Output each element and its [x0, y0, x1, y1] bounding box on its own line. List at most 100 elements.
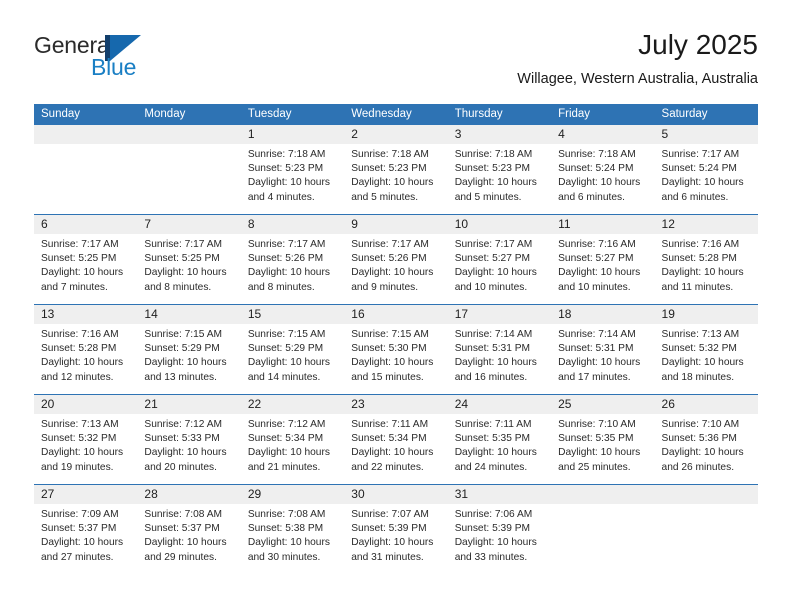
day-number[interactable]: 26	[655, 395, 758, 414]
day-cell[interactable]: Sunrise: 7:18 AM Sunset: 5:24 PM Daylight:…	[551, 144, 654, 214]
day-daylight-l2-text: and 11 minutes.	[661, 281, 734, 293]
day-number[interactable]: 8	[241, 215, 344, 234]
day-daylight-l2-text: and 6 minutes.	[661, 191, 729, 203]
calendar-week-row: 13 14 15 16 17 18 19 Sunrise: 7:16 AM Sunset: 5:…	[34, 304, 758, 394]
day-number[interactable]: 18	[551, 305, 654, 324]
day-cell[interactable]: Sunrise: 7:17 AM Sunset: 5:26 PM Daylight:…	[241, 234, 344, 304]
day-number[interactable]: 3	[448, 125, 551, 144]
day-number[interactable]: 7	[137, 215, 240, 234]
day-number[interactable]: 24	[448, 395, 551, 414]
day-number[interactable]: 5	[655, 125, 758, 144]
day-cell[interactable]: Sunrise: 7:17 AM Sunset: 5:24 PM Daylight:…	[655, 144, 758, 214]
day-sunset-text: Sunset: 5:23 PM	[454, 163, 531, 175]
day-cell[interactable]: Sunrise: 7:16 AM Sunset: 5:27 PM Daylight:…	[551, 234, 654, 304]
day-sunset-text: Sunset: 5:30 PM	[351, 343, 427, 355]
day-number[interactable]: 17	[448, 305, 551, 324]
day-cell[interactable]: Sunrise: 7:12 AM Sunset: 5:33 PM Daylight:…	[137, 414, 240, 484]
calendar-page: General Blue July 2025 Willagee, Western…	[0, 0, 792, 612]
day-cell[interactable]: Sunrise: 7:08 AM Sunset: 5:37 PM Daylight:…	[137, 504, 240, 574]
day-cell[interactable]: Sunrise: 7:09 AM Sunset: 5:37 PM Daylight:…	[34, 504, 137, 574]
logo-text-blue: Blue	[91, 54, 137, 80]
day-cell[interactable]: Sunrise: 7:18 AM Sunset: 5:23 PM Daylight:…	[241, 144, 344, 214]
day-cell[interactable]: Sunrise: 7:06 AM Sunset: 5:39 PM Daylight:…	[448, 504, 551, 574]
day-number[interactable]: 16	[344, 305, 447, 324]
day-cell[interactable]: Sunrise: 7:12 AM Sunset: 5:34 PM Daylight:…	[241, 414, 344, 484]
day-cell[interactable]: Sunrise: 7:17 AM Sunset: 5:25 PM Daylight:…	[137, 234, 240, 304]
day-number[interactable]: 19	[655, 305, 758, 324]
day-sunset-text: Sunset: 5:36 PM	[661, 433, 737, 445]
day-cell[interactable]: Sunrise: 7:17 AM Sunset: 5:25 PM Daylight:…	[34, 234, 137, 304]
day-number[interactable]: 1	[241, 125, 344, 144]
day-daylight-l2-text: and 26 minutes.	[661, 461, 735, 473]
day-cell[interactable]: Sunrise: 7:18 AM Sunset: 5:23 PM Daylight:…	[344, 144, 447, 214]
page-subtitle: Willagee, Western Australia, Australia	[517, 71, 758, 87]
day-cell[interactable]: Sunrise: 7:13 AM Sunset: 5:32 PM Daylight:…	[34, 414, 137, 484]
day-number[interactable]: 30	[344, 485, 447, 504]
day-number[interactable]: 4	[551, 125, 654, 144]
day-cell[interactable]: Sunrise: 7:10 AM Sunset: 5:35 PM Daylight:…	[551, 414, 654, 484]
day-sunset-text: Sunset: 5:37 PM	[41, 523, 117, 535]
day-sunrise-text: Sunrise: 7:18 AM	[247, 149, 326, 160]
day-cell[interactable]: Sunrise: 7:11 AM Sunset: 5:35 PM Daylight:…	[448, 414, 551, 484]
day-number[interactable]: 9	[344, 215, 447, 234]
day-cell[interactable]: Sunrise: 7:10 AM Sunset: 5:36 PM Daylight:…	[655, 414, 758, 484]
day-cell[interactable]: Sunrise: 7:14 AM Sunset: 5:31 PM Daylight:…	[551, 324, 654, 394]
day-cell[interactable]: Sunrise: 7:07 AM Sunset: 5:39 PM Daylight:…	[344, 504, 447, 574]
day-cell[interactable]: Sunrise: 7:16 AM Sunset: 5:28 PM Daylight:…	[655, 234, 758, 304]
day-number[interactable]: 25	[551, 395, 654, 414]
day-sunset-text: Sunset: 5:38 PM	[247, 523, 324, 535]
day-cell[interactable]: Sunrise: 7:15 AM Sunset: 5:29 PM Daylight:…	[137, 324, 240, 394]
day-number[interactable]: 23	[344, 395, 447, 414]
day-sunset-text: Sunset: 5:35 PM	[454, 433, 531, 445]
calendar-week-row: 20 21 22 23 24 25 26 Sunrise: 7:13 AM Sunset: 5:…	[34, 394, 758, 484]
day-daylight-l1-text: Daylight: 10 hours	[41, 537, 124, 549]
day-number[interactable]: 14	[137, 305, 240, 324]
day-sunrise-text: Sunrise: 7:17 AM	[351, 239, 429, 250]
day-number[interactable]: 20	[34, 395, 137, 414]
day-sunset-text: Sunset: 5:29 PM	[247, 343, 324, 355]
day-daylight-l1-text: Daylight: 10 hours	[351, 177, 434, 189]
weekday-header-monday: Monday	[144, 108, 186, 120]
day-number[interactable]: 15	[241, 305, 344, 324]
day-number[interactable]: 13	[34, 305, 137, 324]
day-number[interactable]: 27	[34, 485, 137, 504]
day-number[interactable]: 6	[34, 215, 137, 234]
day-daylight-l1-text: Daylight: 10 hours	[351, 357, 434, 369]
week-date-number-row: 13 14 15 16 17 18 19	[34, 305, 758, 324]
day-sunrise-text: Sunrise: 7:16 AM	[558, 239, 636, 250]
day-cell[interactable]: Sunrise: 7:11 AM Sunset: 5:34 PM Daylight:…	[344, 414, 447, 484]
day-number[interactable]: 2	[344, 125, 447, 144]
day-number[interactable]: 21	[137, 395, 240, 414]
day-daylight-l1-text: Daylight: 10 hours	[454, 447, 537, 459]
day-cell[interactable]: Sunrise: 7:15 AM Sunset: 5:30 PM Daylight:…	[344, 324, 447, 394]
day-cell[interactable]: Sunrise: 7:15 AM Sunset: 5:29 PM Daylight:…	[241, 324, 344, 394]
day-number[interactable]: 22	[241, 395, 344, 414]
day-cell[interactable]: Sunrise: 7:08 AM Sunset: 5:38 PM Daylight:…	[241, 504, 344, 574]
day-sunrise-text: Sunrise: 7:10 AM	[661, 419, 740, 430]
day-sunrise-text: Sunrise: 7:17 AM	[247, 239, 326, 250]
day-number[interactable]: 28	[137, 485, 240, 504]
day-daylight-l1-text: Daylight: 10 hours	[661, 267, 744, 279]
day-cell[interactable]: Sunrise: 7:16 AM Sunset: 5:28 PM Daylight:…	[34, 324, 137, 394]
calendar-grid: Sunday Monday Tuesday Wednesday Thursday…	[34, 104, 758, 574]
day-cell[interactable]: Sunrise: 7:18 AM Sunset: 5:23 PM Daylight:…	[448, 144, 551, 214]
weekday-header-wednesday: Wednesday	[351, 108, 412, 120]
day-daylight-l2-text: and 22 minutes.	[351, 461, 424, 473]
day-cell	[34, 144, 137, 214]
day-daylight-l1-text: Daylight: 10 hours	[558, 177, 641, 189]
day-cell[interactable]: Sunrise: 7:14 AM Sunset: 5:31 PM Daylight:…	[448, 324, 551, 394]
day-cell[interactable]: Sunrise: 7:13 AM Sunset: 5:32 PM Daylight:…	[655, 324, 758, 394]
calendar-week-row: 6 7 8 9 10 11 12 Sunrise: 7:17 AM Sunset: 5:25 P…	[34, 214, 758, 304]
day-number[interactable]: 29	[241, 485, 344, 504]
general-blue-logo[interactable]: General Blue	[34, 32, 254, 88]
day-cell[interactable]: Sunrise: 7:17 AM Sunset: 5:26 PM Daylight:…	[344, 234, 447, 304]
day-number[interactable]: 11	[551, 215, 654, 234]
day-number[interactable]: 31	[448, 485, 551, 504]
day-cell[interactable]: Sunrise: 7:17 AM Sunset: 5:27 PM Daylight:…	[448, 234, 551, 304]
day-sunrise-text: Sunrise: 7:17 AM	[41, 239, 119, 250]
day-daylight-l1-text: Daylight: 10 hours	[454, 177, 537, 189]
day-number[interactable]: 12	[655, 215, 758, 234]
day-daylight-l2-text: and 8 minutes.	[144, 281, 212, 293]
day-daylight-l1-text: Daylight: 10 hours	[41, 447, 124, 459]
day-number[interactable]: 10	[448, 215, 551, 234]
